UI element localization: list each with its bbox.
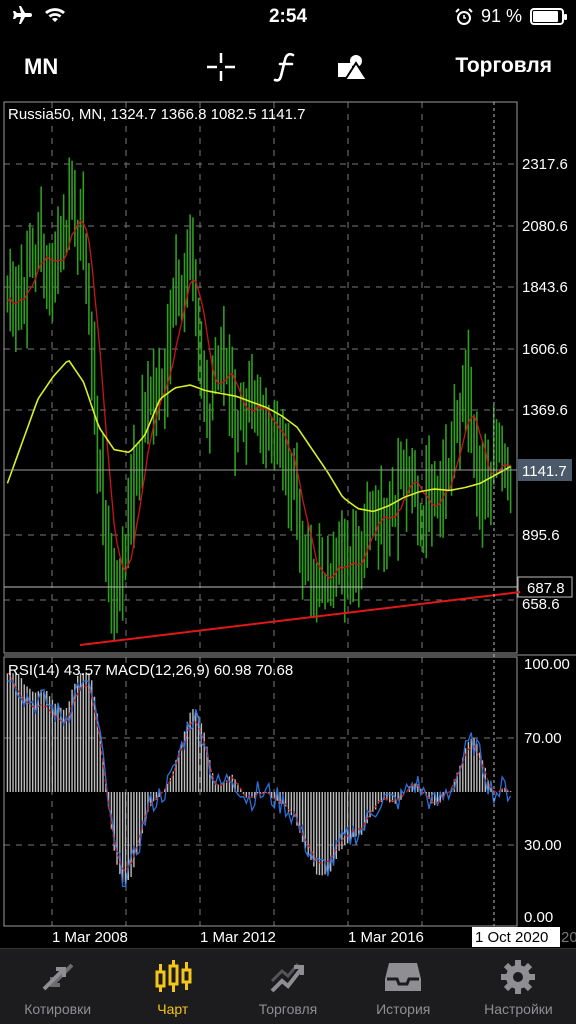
- symbol-info: Russia50, MN, 1324.7 1366.8 1082.5 1141.…: [8, 106, 305, 123]
- indicators-icon[interactable]: [270, 50, 304, 84]
- price-tick: 895.6: [522, 527, 560, 544]
- battery-icon: [530, 8, 567, 25]
- ma-slow-line: [6, 360, 511, 513]
- indicator-tick: 0.00: [524, 909, 553, 926]
- tab-label: Чарт: [157, 1001, 189, 1017]
- chart-canvas[interactable]: Russia50, MN, 1324.7 1366.8 1082.5 1141.…: [0, 100, 576, 948]
- time-tick: 1 Mar 2016: [348, 929, 424, 946]
- tab-label: Настройки: [484, 1001, 553, 1017]
- tab-label: Торговля: [258, 1001, 318, 1017]
- price-tick: 1843.6: [522, 279, 568, 296]
- price-tick: 1606.6: [522, 341, 568, 358]
- alarm-icon: [455, 7, 473, 25]
- crosshair-icon[interactable]: [204, 50, 238, 84]
- price-tick: 658.6: [522, 596, 560, 613]
- tab-label: Котировки: [24, 1001, 92, 1017]
- objects-icon[interactable]: [336, 50, 370, 84]
- price-tick: 1369.6: [522, 402, 568, 419]
- chart-area[interactable]: Russia50, MN, 1324.7 1366.8 1082.5 1141.…: [0, 100, 576, 948]
- battery-percent: 91 %: [480, 6, 522, 26]
- chart-toolbar: MN Торговля: [0, 40, 576, 92]
- time-tick: 1 Mar 2008: [52, 929, 128, 946]
- indicator-tick: 100.00: [524, 656, 570, 673]
- timeframe-button[interactable]: MN: [24, 54, 58, 80]
- tab-chart[interactable]: Чарт: [115, 949, 230, 1024]
- tab-bar: Котировки Чарт Торговля История Настройк…: [0, 948, 576, 1024]
- ma-fast-line: [6, 220, 511, 580]
- indicator-tick: 30.00: [524, 837, 562, 854]
- tab-settings[interactable]: Настройки: [461, 949, 576, 1024]
- trade-icon: [268, 957, 308, 997]
- price-tick: 2317.6: [522, 156, 568, 173]
- tab-quotes[interactable]: Котировки: [0, 949, 115, 1024]
- cursor-time-label: 1 Oct 2020: [475, 929, 548, 946]
- indicator-tick: 70.00: [524, 730, 562, 747]
- time-tick-clipped: 20: [561, 929, 576, 946]
- trendline[interactable]: [79, 591, 521, 646]
- current-price-label: 1141.7: [522, 463, 567, 480]
- chart-icon: [153, 957, 193, 997]
- settings-icon: [498, 957, 538, 997]
- tab-trade[interactable]: Торговля: [230, 949, 345, 1024]
- history-icon: [383, 957, 423, 997]
- quotes-icon: [38, 957, 78, 997]
- tab-label: История: [376, 1001, 431, 1017]
- horizontal-line-label: 687.8: [527, 580, 565, 597]
- tab-history[interactable]: История: [346, 949, 461, 1024]
- indicator-info: RSI(14) 43.57 MACD(12,26,9) 60.98 70.68: [8, 662, 293, 679]
- time-tick: 1 Mar 2012: [200, 929, 276, 946]
- trade-button[interactable]: Торговля: [455, 54, 552, 78]
- status-bar: 2:54 91 %: [0, 0, 576, 36]
- price-tick: 2080.6: [522, 218, 568, 235]
